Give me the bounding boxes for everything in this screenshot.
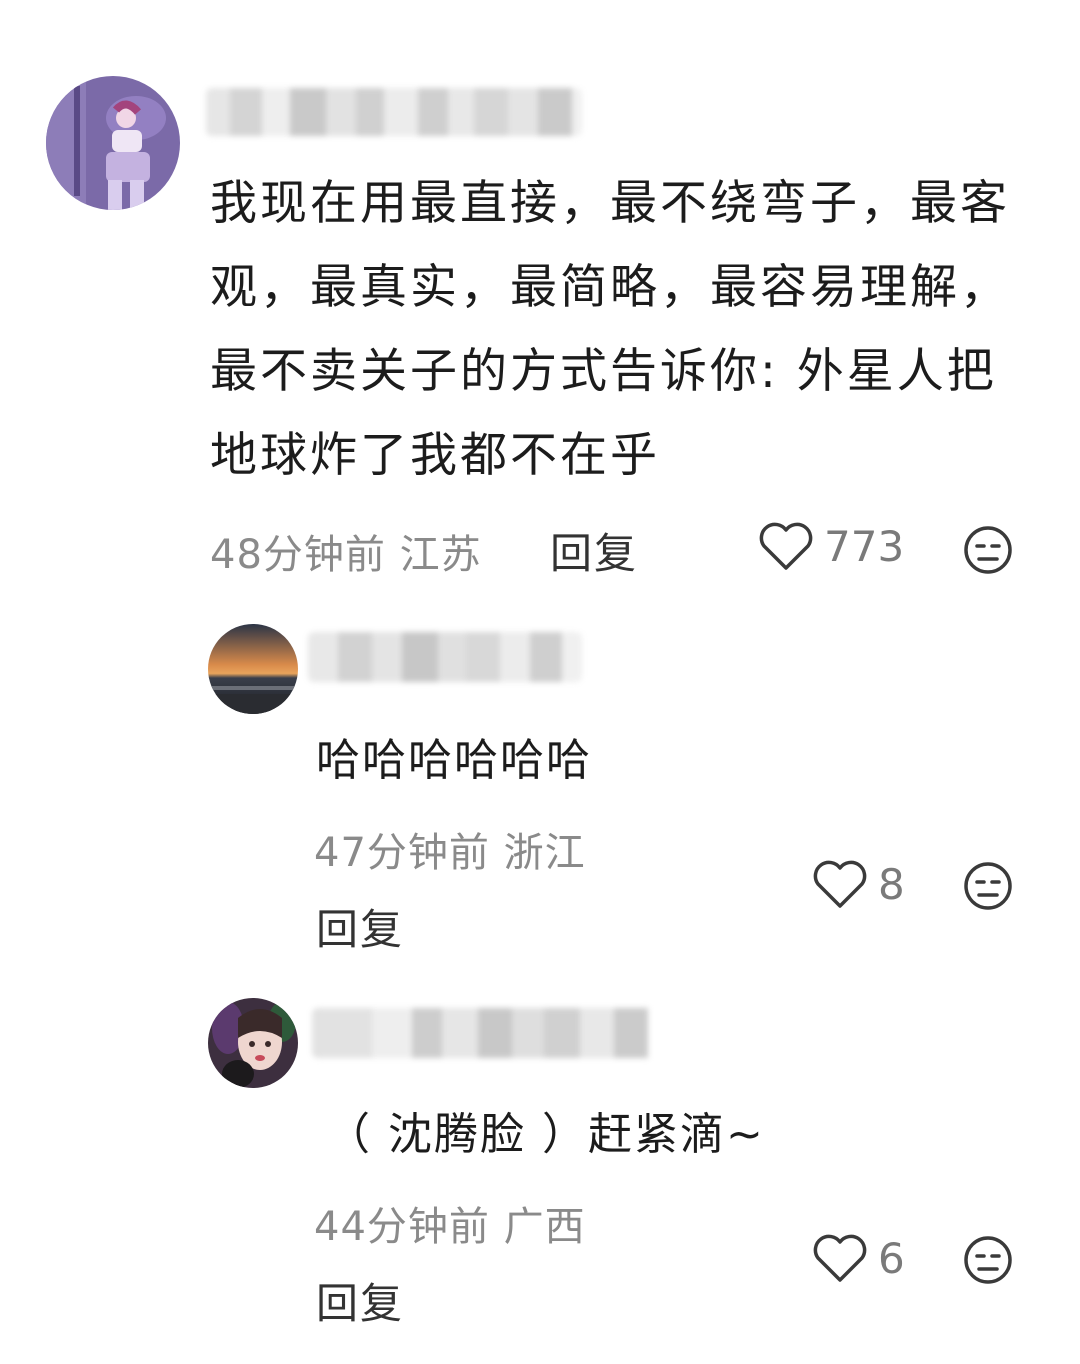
like-button[interactable]: 773 bbox=[758, 520, 904, 572]
reply-location: 浙江 bbox=[503, 830, 586, 876]
comment-text: 我现在用最直接，最不绕弯子，最客观，最真实，最简略，最容易理解，最不卖关子的方式… bbox=[210, 176, 1010, 483]
reply-button[interactable]: 回复 bbox=[550, 520, 638, 581]
reply-button[interactable]: 回复 bbox=[316, 1270, 404, 1331]
reply-location: 广西 bbox=[503, 1204, 586, 1250]
reply-button[interactable]: 回复 bbox=[316, 896, 404, 957]
username-redacted[interactable] bbox=[312, 1008, 668, 1058]
dislike-button[interactable] bbox=[962, 860, 1014, 912]
like-count: 8 bbox=[878, 859, 905, 909]
comment-meta: 48分钟前 江苏 bbox=[210, 522, 482, 580]
reply-meta: 47分钟前 浙江 bbox=[314, 820, 586, 878]
reply-time: 47分钟前 bbox=[314, 830, 490, 876]
reply-text: （ 沈腾脸 ）赶紧滴~ bbox=[326, 1109, 765, 1160]
avatar[interactable] bbox=[208, 624, 298, 714]
like-button[interactable]: 8 bbox=[812, 858, 905, 910]
like-count: 6 bbox=[878, 1233, 905, 1283]
avatar[interactable] bbox=[46, 76, 180, 210]
username-redacted[interactable] bbox=[206, 88, 582, 136]
heart-icon bbox=[812, 1232, 868, 1284]
heart-icon bbox=[758, 520, 814, 572]
heart-icon bbox=[812, 858, 868, 910]
username-redacted[interactable] bbox=[308, 632, 582, 682]
dislike-button[interactable] bbox=[962, 524, 1014, 576]
neutral-face-icon bbox=[962, 524, 1014, 576]
reply-meta: 44分钟前 广西 bbox=[314, 1194, 586, 1252]
like-button[interactable]: 6 bbox=[812, 1232, 905, 1284]
neutral-face-icon bbox=[962, 860, 1014, 912]
reply-time: 44分钟前 bbox=[314, 1204, 490, 1250]
comment-location: 江苏 bbox=[399, 532, 482, 578]
avatar[interactable] bbox=[208, 998, 298, 1088]
reply-text: 哈哈哈哈哈哈 bbox=[316, 735, 592, 786]
like-count: 773 bbox=[824, 521, 905, 571]
comment-time: 48分钟前 bbox=[210, 532, 386, 578]
neutral-face-icon bbox=[962, 1234, 1014, 1286]
dislike-button[interactable] bbox=[962, 1234, 1014, 1286]
